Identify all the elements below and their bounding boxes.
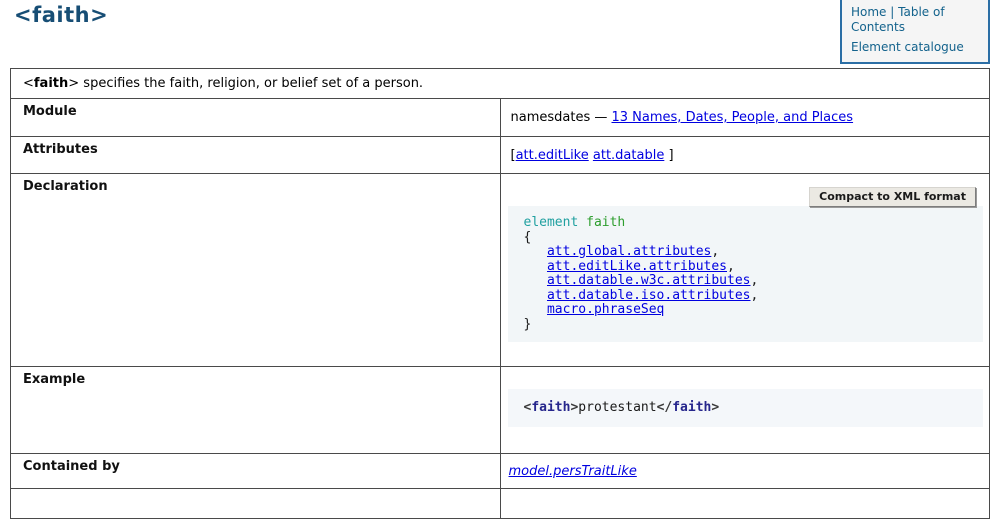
attributes-close-bracket: ]: [668, 148, 673, 163]
code-comma: ,: [711, 244, 719, 259]
code-keyword-element: element: [524, 215, 579, 230]
att-editlike-link[interactable]: att.editLike: [516, 148, 589, 163]
description-row: <faith> specifies the faith, religion, o…: [11, 69, 990, 99]
element-description: <faith> specifies the faith, religion, o…: [11, 69, 990, 99]
module-label: Module: [11, 99, 501, 137]
example-end-open-punct: </: [657, 400, 673, 415]
desc-text: specifies the faith, religion, or belief…: [79, 76, 423, 91]
macro-phraseseq-link[interactable]: macro.phraseSeq: [547, 302, 664, 317]
example-tag-name: faith: [531, 400, 570, 415]
example-row: Example <faith>protestant</faith>: [11, 367, 990, 454]
declaration-code: element faith { att.global.attributes, a…: [508, 206, 984, 342]
code-comma: ,: [727, 259, 735, 274]
code-comma: ,: [750, 288, 758, 303]
att-datable-iso-attributes-link[interactable]: att.datable.iso.attributes: [547, 288, 751, 303]
attributes-label: Attributes: [11, 137, 501, 174]
att-editlike-attributes-link[interactable]: att.editLike.attributes: [547, 259, 727, 274]
top-nav-box: Home | Table of Contents Element catalog…: [840, 0, 990, 64]
att-datable-link[interactable]: att.datable: [593, 148, 664, 163]
declaration-value: Compact to XML format element faith { at…: [500, 174, 990, 367]
att-global-attributes-link[interactable]: att.global.attributes: [547, 244, 711, 259]
declaration-label: Declaration: [11, 174, 501, 367]
model-perstraitlike-link[interactable]: model.persTraitLike: [509, 464, 637, 479]
example-end-tag-name: faith: [672, 400, 711, 415]
desc-tag-name: faith: [34, 76, 68, 91]
desc-open-bracket: <: [23, 76, 34, 91]
example-end-close-punct: >: [711, 400, 719, 415]
module-name: namesdates —: [511, 110, 608, 125]
contained-by-label: Contained by: [11, 454, 501, 489]
nav-link-home[interactable]: Home: [851, 5, 886, 19]
code-close-brace: }: [524, 317, 532, 332]
module-chapter-link[interactable]: 13 Names, Dates, People, and Places: [612, 110, 854, 125]
code-open-brace: {: [524, 230, 532, 245]
declaration-row: Declaration Compact to XML format elemen…: [11, 174, 990, 367]
compact-to-xml-button[interactable]: Compact to XML format: [809, 187, 976, 207]
contained-by-value: model.persTraitLike: [500, 454, 990, 489]
code-comma: ,: [750, 273, 758, 288]
module-value: namesdates — 13 Names, Dates, People, an…: [500, 99, 990, 137]
module-row: Module namesdates — 13 Names, Dates, Peo…: [11, 99, 990, 137]
next-row-value: [500, 489, 990, 519]
next-row-label: [11, 489, 501, 519]
example-label: Example: [11, 367, 501, 454]
att-datable-w3c-attributes-link[interactable]: att.datable.w3c.attributes: [547, 273, 751, 288]
example-content: protestant: [578, 400, 656, 415]
page-title: <faith>: [14, 3, 108, 27]
example-value: <faith>protestant</faith>: [500, 367, 990, 454]
element-spec-table: <faith> specifies the faith, religion, o…: [10, 68, 990, 519]
code-element-name: faith: [586, 215, 625, 230]
contained-by-row: Contained by model.persTraitLike: [11, 454, 990, 489]
next-row-clipped: [11, 489, 990, 519]
attributes-value: [att.editLike att.datable ]: [500, 137, 990, 174]
desc-close-bracket: >: [68, 76, 79, 91]
example-code: <faith>protestant</faith>: [508, 389, 984, 427]
nav-link-element-catalogue[interactable]: Element catalogue: [851, 40, 964, 54]
nav-separator: |: [890, 5, 894, 19]
attributes-row: Attributes [att.editLike att.datable ]: [11, 137, 990, 174]
